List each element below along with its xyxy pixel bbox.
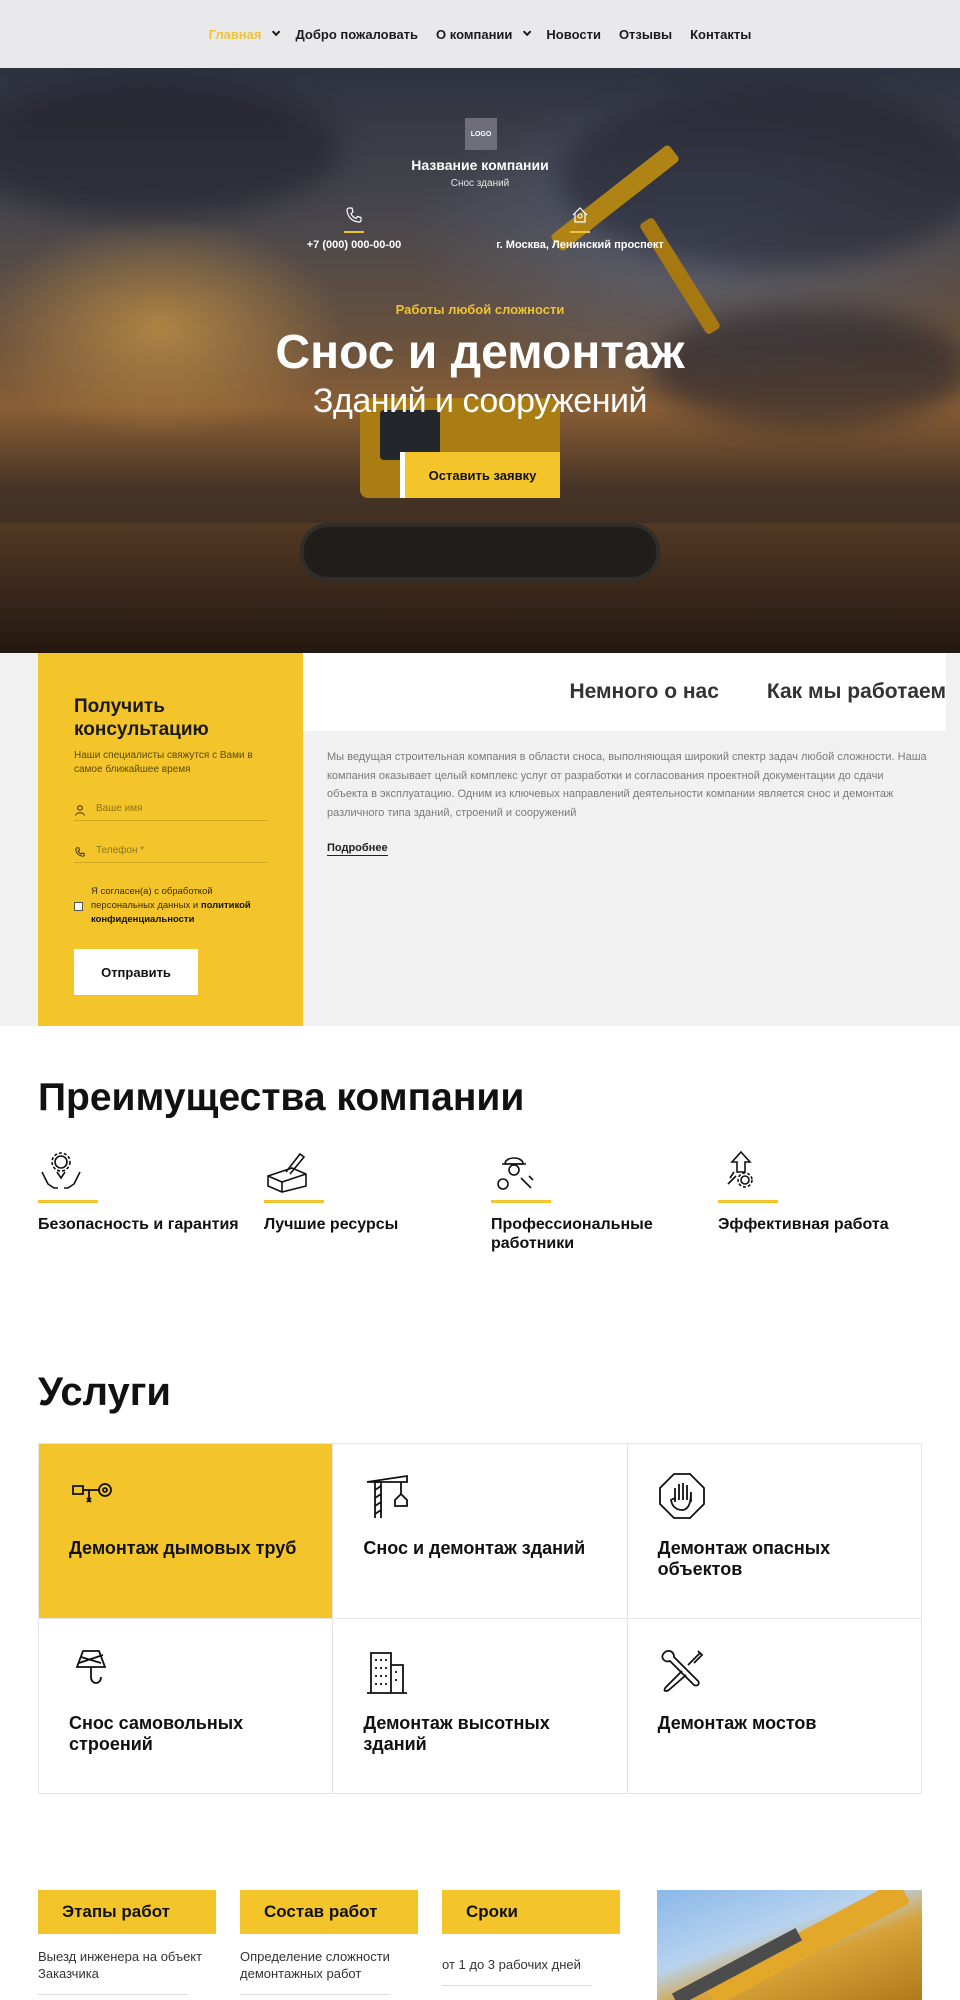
stage-desc: от 1 до 3 рабочих дней [442,1957,581,1972]
phone-icon [344,205,364,233]
photo-arm [703,1890,911,2000]
advantages-title: Преимущества компании [38,1076,525,1119]
address-text: г. Москва, Ленинский проспект [496,239,664,251]
stage-title: Состав работ [240,1890,418,1934]
submit-button[interactable]: Отправить [74,949,198,995]
advantage-item: Лучшие ресурсы [264,1148,474,1234]
hook-icon [69,1472,117,1520]
chevron-down-icon [523,27,532,37]
hero-title: Снос и демонтаж [275,326,685,379]
service-label: Снос самовольных строений [69,1713,244,1754]
stage-desc: Выезд инженера на объект Заказчика [38,1949,203,1981]
service-card[interactable]: Демонтаж высотных зданий [333,1619,628,1794]
excavator-photo [657,1890,922,2000]
consult-form: Получить консультацию Наши специалисты с… [38,653,303,1026]
hero-phone[interactable]: +7 (000) 000-00-00 [244,205,464,251]
hero-kicker: Работы любой сложности [395,302,565,317]
nav-item-news[interactable]: Новости [546,27,601,42]
building-icon [363,1647,411,1695]
consent-checkbox[interactable] [74,901,83,911]
tab-about-us[interactable]: Немного о нас [569,680,718,704]
accent-bar [264,1200,324,1203]
consent-row: Я согласен(а) с обработкой персональных … [74,885,267,927]
divider [38,1994,188,1995]
advantage-label: Профессиональные работники [491,1216,653,1252]
worker-helmet-icon [491,1148,537,1194]
top-nav: Главная Добро пожаловать О компании Ново… [0,0,960,68]
advantage-item: Профессиональные работники [491,1148,701,1253]
services-title: Услуги [38,1370,171,1414]
company-name: Название компании [411,157,549,173]
company-tagline: Снос зданий [450,178,510,189]
stage-title: Сроки [442,1890,620,1934]
home-icon [570,205,590,233]
chevron-down-icon [272,27,281,37]
service-card[interactable]: Снос самовольных строений [39,1619,334,1794]
stage-title: Этапы работ [38,1890,216,1934]
advantage-label: Безопасность и гарантия [38,1216,239,1233]
name-input[interactable] [96,803,246,814]
about-text: Мы ведущая строительная компания в облас… [327,751,927,819]
service-label: Снос и демонтаж зданий [363,1538,586,1558]
consent-text: Я согласен(а) с обработкой персональных … [91,885,267,927]
service-label: Демонтаж мостов [657,1713,817,1733]
phone-input[interactable] [96,845,246,856]
service-card[interactable]: Снос и демонтаж зданий [333,1444,628,1619]
stage-card: Этапы работ Выезд инженера на объект Зак… [38,1890,216,1995]
nav-label: Отзывы [618,26,673,42]
service-card[interactable]: Демонтаж дымовых труб [39,1444,334,1619]
advantage-label: Лучшие ресурсы [264,1216,399,1233]
hands-gear-icon [38,1148,84,1194]
advantage-item: Безопасность и гарантия [38,1148,248,1234]
request-button[interactable]: Оставить заявку [400,452,560,498]
service-label: Демонтаж высотных зданий [363,1713,550,1754]
tools-icon [658,1647,706,1695]
stage-desc: Определение сложности демонтажных работ [240,1949,390,1981]
stage-card: Сроки от 1 до 3 рабочих дней [442,1890,620,1986]
consult-note: Наши специалисты свяжутся с Вами в самое… [74,750,253,775]
about-tabs: Немного о нас Как мы работаем [303,653,946,731]
nav-label: Контакты [690,26,752,42]
nav-item-reviews[interactable]: Отзывы [619,27,672,42]
service-label: Демонтаж опасных объектов [657,1538,831,1579]
nav-label: Добро пожаловать [295,26,419,42]
brick-trowel-icon [264,1148,310,1194]
divider [442,1985,592,1986]
hero-subtitle: Зданий и сооружений [313,382,647,420]
arrow-up-gear-icon [718,1148,764,1194]
nav-label: Новости [546,26,601,42]
service-card[interactable]: Демонтаж мостов [627,1619,922,1794]
service-card[interactable]: Демонтаж опасных объектов [627,1444,922,1619]
stop-hand-icon [658,1472,706,1520]
advantage-item: Эффективная работа [718,1148,928,1234]
crane-icon [363,1472,411,1520]
phone-text: +7 (000) 000-00-00 [306,239,402,251]
consult-title: Получить консультацию [74,696,209,740]
service-label: Демонтаж дымовых труб [69,1538,297,1558]
nav-label: Главная [208,26,262,42]
nav-item-about[interactable]: О компании [436,26,532,42]
services-grid: Демонтаж дымовых труб Снос и демонтаж зд… [38,1443,922,1794]
hero-address: г. Москва, Ленинский проспект [470,205,690,251]
nav-item-contacts[interactable]: Контакты [690,27,751,42]
nav-item-welcome[interactable]: Добро пожаловать [295,27,418,42]
accent-bar [38,1200,98,1203]
accent-bar [491,1200,551,1203]
accent-bar [718,1200,778,1203]
advantage-label: Эффективная работа [718,1216,889,1233]
consent-label: Я согласен(а) с обработкой персональных … [91,886,213,911]
user-icon [74,803,86,816]
phone-icon [74,845,86,857]
stage-card: Состав работ Определение сложности демон… [240,1890,418,1995]
more-link[interactable]: Подробнее [327,842,388,856]
divider [240,1994,390,1995]
phone-field [74,839,267,863]
logo[interactable]: LOGO [465,118,497,150]
tab-how-we-work[interactable]: Как мы работаем [767,680,946,704]
nav-label: О компании [436,26,513,42]
name-field [74,797,267,821]
crane-hook-icon [69,1647,117,1695]
nav-item-home[interactable]: Главная [208,26,281,42]
